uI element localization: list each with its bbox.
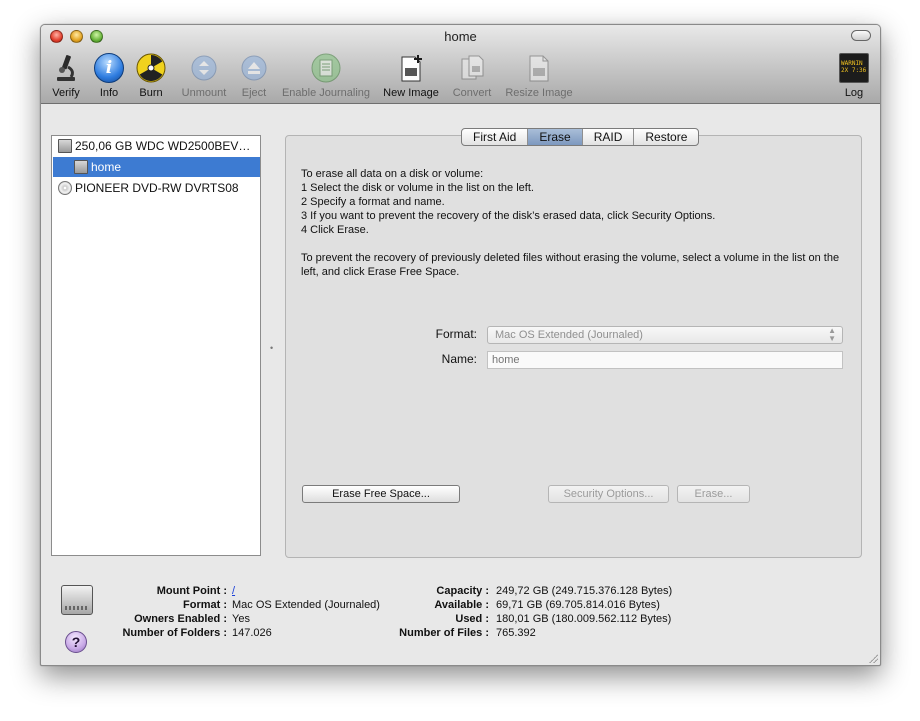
instruction-line: 4 Click Erase. xyxy=(301,224,369,236)
new-image-label: New Image xyxy=(383,87,439,99)
verify-label: Verify xyxy=(52,87,80,99)
erase-button[interactable]: Erase... xyxy=(677,485,750,503)
number-of-folders-value: 147.026 xyxy=(232,627,272,639)
burn-label: Burn xyxy=(139,87,163,99)
toolbar-toggle-button[interactable] xyxy=(851,30,871,41)
burn-button[interactable]: Burn xyxy=(131,53,171,101)
info-icon: i xyxy=(94,53,124,83)
tab-bar: First Aid Erase RAID Restore xyxy=(461,128,700,146)
capacity-key: Capacity : xyxy=(436,585,489,597)
enable-journaling-button[interactable]: Enable Journaling xyxy=(277,53,375,101)
used-key: Used : xyxy=(455,613,489,625)
sidebar-item-label: 250,06 GB WDC WD2500BEV… xyxy=(75,139,251,153)
new-image-button[interactable]: New Image xyxy=(379,53,443,101)
window-resize-grip[interactable] xyxy=(868,653,878,663)
eject-button[interactable]: Eject xyxy=(235,53,273,101)
optical-drive-icon xyxy=(58,181,72,195)
format-label: Format: xyxy=(435,327,477,341)
instruction-line: 3 If you want to prevent the recovery of… xyxy=(301,210,716,222)
hard-disk-icon xyxy=(58,139,72,153)
unmount-icon xyxy=(191,55,217,81)
window-title: home xyxy=(444,29,477,44)
eject-label: Eject xyxy=(241,87,267,99)
sidebar-item-optical-drive[interactable]: PIONEER DVD-RW DVRTS08 xyxy=(53,178,260,198)
instruction-line: To erase all data on a disk or volume: xyxy=(301,168,484,180)
tab-raid[interactable]: RAID xyxy=(581,129,634,145)
eject-icon xyxy=(241,55,267,81)
journal-icon xyxy=(311,53,341,83)
sidebar-item-disk[interactable]: 250,06 GB WDC WD2500BEV… xyxy=(53,136,260,156)
disk-utility-window: home Verify i Info Burn Unmount Eject En… xyxy=(40,24,881,666)
select-arrows-icon: ▲ ▼ xyxy=(828,326,836,343)
resize-image-button[interactable]: Resize Image xyxy=(501,53,577,101)
convert-label: Convert xyxy=(452,87,492,99)
split-view-divider-handle[interactable]: • xyxy=(270,343,273,353)
microscope-icon xyxy=(57,55,75,81)
format-select-value: Mac OS Extended (Journaled) xyxy=(495,329,643,341)
erase-free-space-button[interactable]: Erase Free Space... xyxy=(302,485,460,503)
resize-image-icon xyxy=(529,55,549,82)
tab-erase[interactable]: Erase xyxy=(527,129,582,145)
log-label: Log xyxy=(844,87,864,99)
resize-image-label: Resize Image xyxy=(505,87,573,99)
info-label: Info xyxy=(99,87,119,99)
burn-icon xyxy=(136,53,166,83)
unmount-button[interactable]: Unmount xyxy=(175,53,233,101)
enable-journaling-label: Enable Journaling xyxy=(281,87,371,99)
used-value: 180,01 GB (180.009.562.112 Bytes) xyxy=(496,613,672,625)
mount-point-link[interactable]: / xyxy=(232,585,235,597)
new-image-icon xyxy=(401,55,422,82)
sidebar-item-label: home xyxy=(91,160,122,174)
number-of-files-key: Number of Files : xyxy=(399,627,489,639)
available-key: Available : xyxy=(434,599,489,611)
number-of-files-value: 765.392 xyxy=(496,627,536,639)
volume-name-input[interactable] xyxy=(487,351,843,369)
security-options-button[interactable]: Security Options... xyxy=(548,485,669,503)
name-label: Name: xyxy=(441,352,477,366)
owners-enabled-key: Owners Enabled : xyxy=(134,613,227,625)
number-of-folders-key: Number of Folders : xyxy=(122,627,227,639)
available-value: 69,71 GB (69.705.814.016 Bytes) xyxy=(496,599,660,611)
volume-info-area: ? Mount Point : / Format : Mac OS Extend… xyxy=(41,573,880,665)
sidebar-item-volume-home[interactable]: home xyxy=(53,157,260,177)
title-toolbar-area: home Verify i Info Burn Unmount Eject En… xyxy=(41,25,880,104)
sidebar-item-label: PIONEER DVD-RW DVRTS08 xyxy=(75,181,239,195)
volume-icon xyxy=(74,160,88,174)
format-key: Format : xyxy=(183,599,227,611)
disk-list-sidebar[interactable]: 250,06 GB WDC WD2500BEV… home PIONEER DV… xyxy=(51,135,261,556)
owners-enabled-value: Yes xyxy=(232,613,250,625)
convert-button[interactable]: Convert xyxy=(447,53,497,101)
instruction-line: 1 Select the disk or volume in the list … xyxy=(301,182,534,194)
info-button[interactable]: i Info xyxy=(91,53,127,101)
erase-instructions: To erase all data on a disk or volume: 1… xyxy=(301,167,846,279)
mount-point-key: Mount Point : xyxy=(156,585,227,597)
log-icon: WARNIN 2X 7:36 xyxy=(839,53,869,83)
tab-restore[interactable]: Restore xyxy=(633,129,698,145)
format-select[interactable]: Mac OS Extended (Journaled) ▲ ▼ xyxy=(487,326,843,344)
capacity-value: 249,72 GB (249.715.376.128 Bytes) xyxy=(496,585,673,597)
instruction-line: 2 Specify a format and name. xyxy=(301,196,445,208)
unmount-label: Unmount xyxy=(181,87,227,99)
convert-icon xyxy=(461,55,484,80)
free-space-note: To prevent the recovery of previously de… xyxy=(301,252,840,278)
tab-first-aid[interactable]: First Aid xyxy=(462,129,527,145)
verify-button[interactable]: Verify xyxy=(47,53,85,101)
log-button[interactable]: WARNIN 2X 7:36 Log xyxy=(837,53,871,101)
